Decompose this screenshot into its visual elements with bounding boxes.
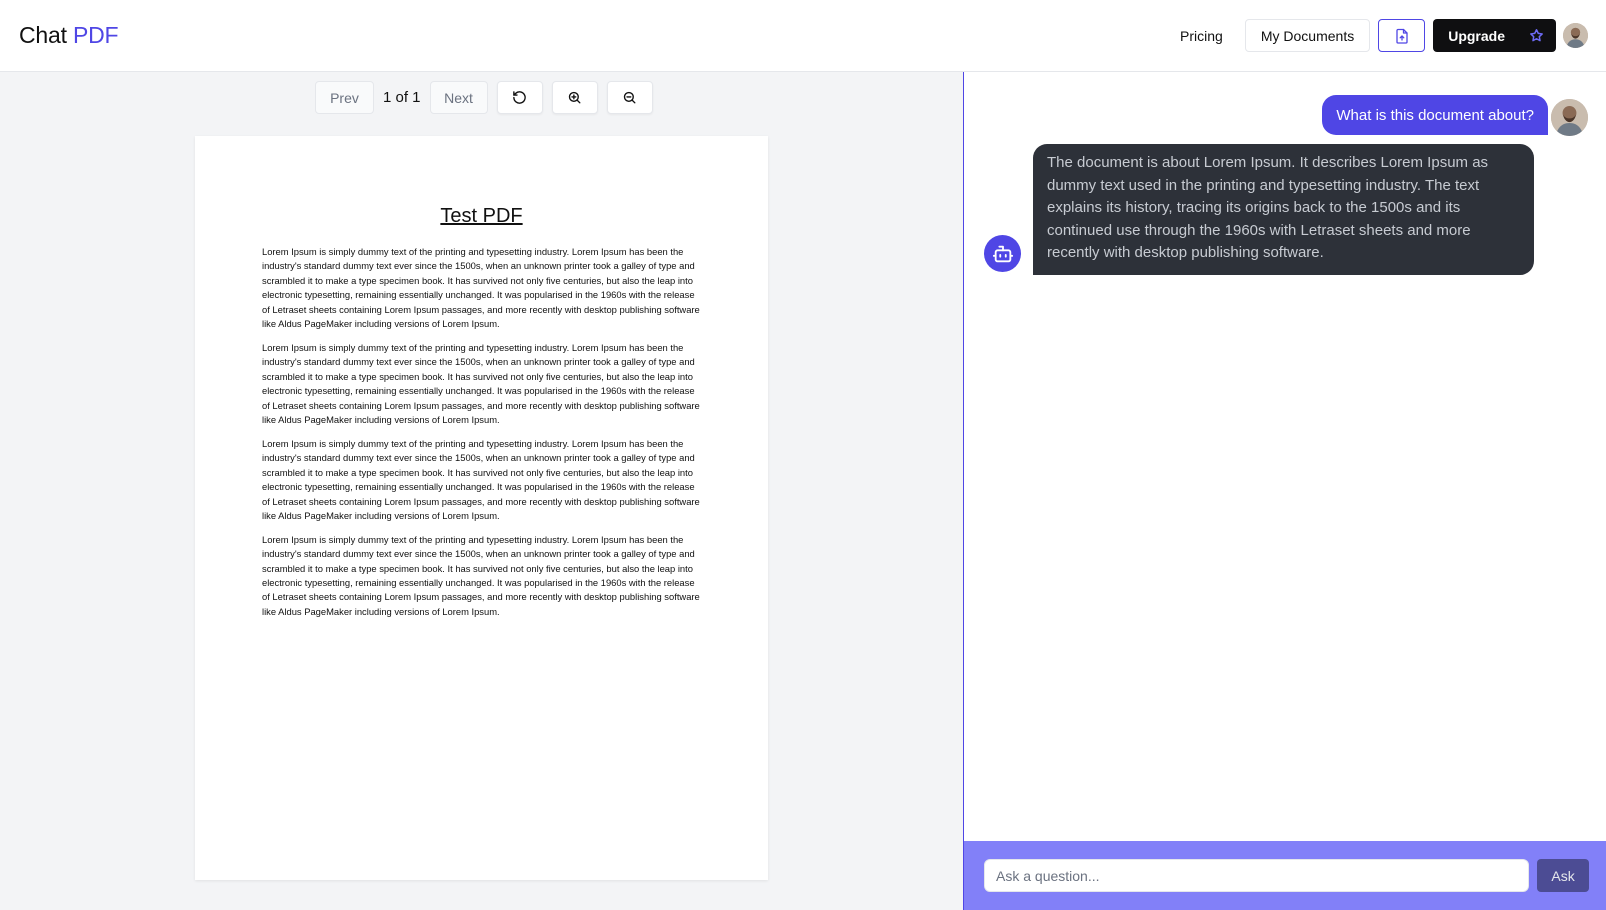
file-upload-icon bbox=[1396, 28, 1408, 44]
assistant-avatar bbox=[984, 235, 1021, 272]
pdf-page: Test PDF Lorem Ipsum is simply dummy tex… bbox=[195, 136, 768, 880]
zoom-out-icon bbox=[623, 91, 636, 104]
zoom-in-icon bbox=[568, 91, 581, 104]
my-documents-button[interactable]: My Documents bbox=[1244, 19, 1371, 52]
pdf-document-title: Test PDF bbox=[440, 205, 523, 227]
avatar-image bbox=[1563, 23, 1588, 48]
pdf-paragraph: Lorem Ipsum is simply dummy text of the … bbox=[262, 437, 700, 521]
upgrade-button[interactable]: Upgrade bbox=[1433, 19, 1556, 52]
question-input[interactable] bbox=[984, 859, 1530, 892]
rotate-icon bbox=[513, 91, 526, 104]
logo-text-chat: Chat bbox=[19, 22, 67, 48]
pdf-paragraph: Lorem Ipsum is simply dummy text of the … bbox=[262, 533, 700, 617]
user-message-bubble: What is this document about? bbox=[1322, 95, 1548, 135]
pdf-document-body: Lorem Ipsum is simply dummy text of the … bbox=[262, 245, 702, 629]
chat-pane: What is this document about? The documen… bbox=[963, 72, 1606, 910]
app-header: Chat PDF Pricing My Documents Upgrade bbox=[0, 0, 1606, 72]
zoom-in-button[interactable] bbox=[551, 81, 598, 114]
pdf-viewer-pane: Prev 1 of 1 Next Test PDF Lorem Ipsum is… bbox=[0, 72, 963, 910]
next-page-button[interactable]: Next bbox=[429, 81, 488, 114]
page-indicator: 1 of 1 bbox=[383, 89, 421, 106]
user-message-avatar bbox=[1551, 99, 1588, 136]
user-avatar[interactable] bbox=[1563, 23, 1588, 48]
pdf-toolbar: Prev 1 of 1 Next bbox=[315, 81, 653, 114]
pdf-paragraph: Lorem Ipsum is simply dummy text of the … bbox=[262, 341, 700, 425]
ask-bar: Ask bbox=[964, 841, 1606, 910]
header-nav: Pricing My Documents Upgrade bbox=[1180, 0, 1588, 71]
logo-text-pdf: PDF bbox=[73, 22, 119, 48]
app-logo[interactable]: Chat PDF bbox=[19, 22, 119, 49]
rotate-button[interactable] bbox=[496, 81, 543, 114]
zoom-out-button[interactable] bbox=[606, 81, 653, 114]
pdf-paragraph: Lorem Ipsum is simply dummy text of the … bbox=[262, 246, 700, 330]
pricing-link[interactable]: Pricing bbox=[1180, 28, 1223, 44]
star-icon bbox=[1530, 29, 1543, 42]
prev-page-button[interactable]: Prev bbox=[315, 81, 374, 114]
upgrade-label: Upgrade bbox=[1448, 27, 1505, 44]
robot-icon bbox=[992, 245, 1013, 262]
ask-button[interactable]: Ask bbox=[1537, 859, 1589, 892]
upload-document-button[interactable] bbox=[1378, 19, 1426, 52]
avatar-image bbox=[1551, 99, 1588, 136]
assistant-message-bubble: The document is about Lorem Ipsum. It de… bbox=[1033, 144, 1534, 275]
